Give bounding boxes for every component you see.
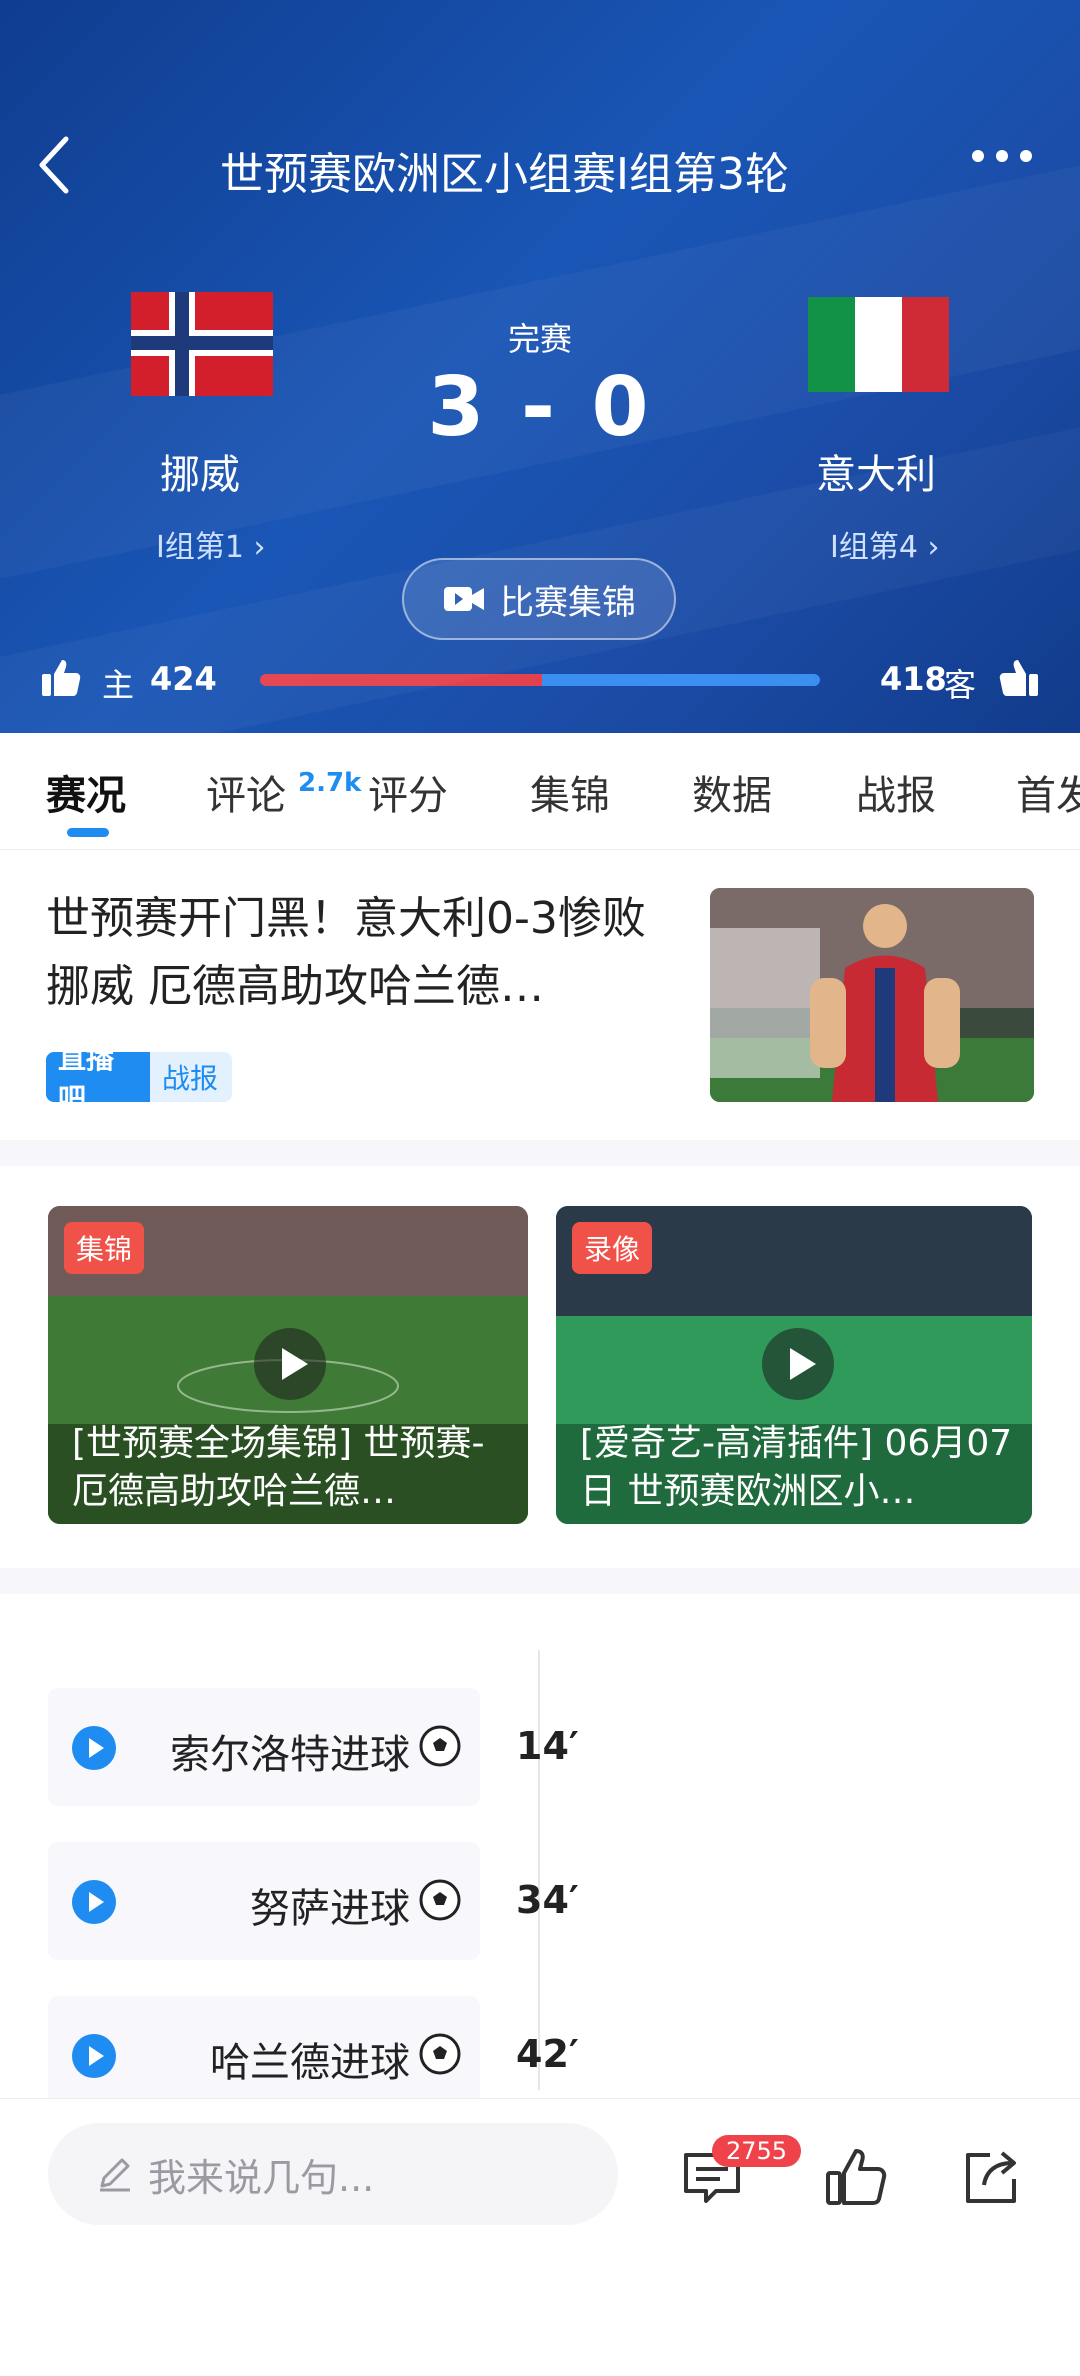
video-card[interactable]: 集锦 [世预赛全场集锦] 世预赛-厄德高助攻哈兰德… — [48, 1206, 528, 1524]
video-title: [世预赛全场集锦] 世预赛-厄德高助攻哈兰德… — [72, 1423, 485, 1512]
vote-progress-bar — [260, 674, 820, 686]
home-vote-fill — [260, 674, 543, 686]
match-header: 世预赛欧洲区小组赛I组第3轮 挪威 I组第1 › 完赛 3 - 0 意大利 I组… — [0, 0, 1080, 733]
away-vote-fill — [542, 674, 820, 686]
soccer-ball-icon — [419, 2033, 461, 2075]
norway-flag[interactable] — [131, 292, 273, 396]
tab-highlights[interactable]: 集锦 — [530, 763, 610, 821]
tab-comments[interactable]: 评论 — [206, 763, 286, 821]
article-type-tag: 战报 — [150, 1052, 232, 1102]
tab-ratings[interactable]: 评分 — [368, 763, 448, 821]
play-icon[interactable] — [762, 1328, 834, 1400]
home-team-name[interactable]: 挪威 — [160, 442, 240, 500]
thumbs-up-icon[interactable] — [40, 656, 82, 698]
play-icon[interactable] — [72, 1880, 116, 1924]
play-icon[interactable] — [254, 1328, 326, 1400]
away-vote-count: 418 — [880, 660, 947, 698]
article-source-tag: 直播吧 — [46, 1042, 150, 1115]
bottom-action-bar: 我来说几句... 2755 — [0, 2098, 1080, 2259]
tab-lineup[interactable]: 首发 — [1016, 763, 1080, 821]
pencil-icon — [100, 2158, 130, 2192]
share-icon[interactable] — [960, 2145, 1024, 2209]
video-tag: 集锦 — [64, 1222, 145, 1274]
away-vote-label: 客 — [944, 666, 977, 704]
comment-count-badge: 2755 — [712, 2135, 802, 2167]
more-horizontal-icon[interactable] — [972, 150, 1032, 162]
event-minute: 42′ — [516, 2032, 579, 2076]
video-tag: 录像 — [572, 1222, 653, 1274]
event-minute: 14′ — [516, 1724, 579, 1768]
home-vote-label: 主 — [102, 666, 135, 704]
page-title: 世预赛欧洲区小组赛I组第3轮 — [220, 149, 789, 200]
comment-input[interactable]: 我来说几句... — [48, 2123, 618, 2225]
away-team-name[interactable]: 意大利 — [816, 442, 936, 500]
tab-report[interactable]: 战报 — [856, 763, 936, 821]
match-highlights-button[interactable]: 比赛集锦 — [402, 558, 676, 640]
home-vote-count: 424 — [150, 660, 217, 698]
event-label: 索尔洛特进球 — [170, 1732, 410, 1778]
timeline-event[interactable]: 索尔洛特进球 — [48, 1688, 480, 1806]
play-icon[interactable] — [72, 2034, 116, 2078]
section-divider — [0, 1140, 1080, 1166]
soccer-ball-icon — [419, 1879, 461, 1921]
timeline-line — [538, 1650, 540, 2090]
article-title[interactable]: 世预赛开门黑！意大利0-3惨败挪威 厄德高助攻哈兰德… — [46, 885, 676, 1021]
home-team-rank[interactable]: I组第1 › — [156, 522, 265, 566]
comments-count-badge: 2.7k — [298, 768, 362, 798]
tab-stats[interactable]: 数据 — [692, 763, 772, 821]
thumbs-up-away-icon[interactable] — [998, 656, 1040, 698]
match-status: 完赛 — [507, 320, 572, 358]
video-title: [爱奇艺-高清插件] 06月07日 世预赛欧洲区小… — [580, 1423, 1013, 1512]
event-label: 努萨进球 — [250, 1886, 410, 1932]
article-thumbnail[interactable] — [710, 888, 1034, 1102]
section-divider — [0, 1568, 1080, 1594]
match-highlights-label: 比赛集锦 — [500, 582, 636, 623]
timeline-event[interactable]: 哈兰德进球 — [48, 1996, 480, 2114]
comment-placeholder: 我来说几句... — [148, 2155, 375, 2200]
chevron-left-icon[interactable] — [34, 135, 74, 195]
player-photo — [710, 888, 1034, 1102]
news-article[interactable]: 世预赛开门黑！意大利0-3惨败挪威 厄德高助攻哈兰德… 直播吧 战报 — [0, 850, 1080, 1140]
away-team-rank[interactable]: I组第4 › — [830, 522, 939, 566]
italy-flag[interactable] — [808, 297, 949, 392]
video-card[interactable]: 录像 [爱奇艺-高清插件] 06月07日 世预赛欧洲区小… — [556, 1206, 1032, 1524]
timeline-event[interactable]: 努萨进球 — [48, 1842, 480, 1960]
play-icon[interactable] — [72, 1726, 116, 1770]
match-score: 3 - 0 — [427, 360, 653, 455]
event-minute: 34′ — [516, 1878, 579, 1922]
soccer-ball-icon — [419, 1725, 461, 1767]
event-label: 哈兰德进球 — [210, 2040, 410, 2086]
like-icon[interactable] — [824, 2145, 888, 2209]
active-tab-indicator — [67, 828, 109, 837]
tab-live[interactable]: 赛况 — [46, 763, 126, 821]
tab-bar: 赛况 评论 评分 集锦 数据 战报 首发 — [0, 733, 1080, 850]
video-camera-icon — [444, 587, 484, 611]
